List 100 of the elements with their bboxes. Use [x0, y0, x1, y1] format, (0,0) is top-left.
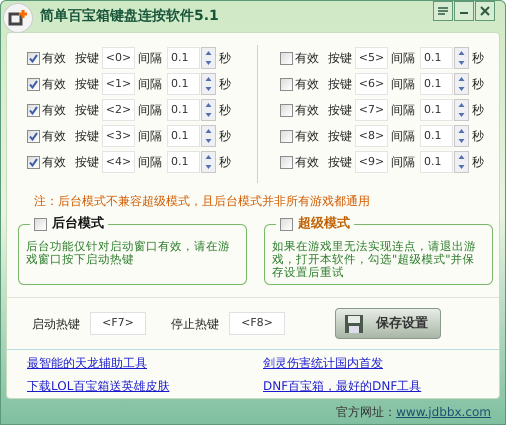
- unit-label: 秒: [472, 76, 484, 93]
- checkbox[interactable]: [27, 130, 40, 142]
- key-label: 按键: [75, 50, 99, 67]
- checkbox[interactable]: [280, 156, 293, 168]
- save-button[interactable]: 保存设置: [335, 308, 441, 339]
- key-field[interactable]: <3>: [102, 125, 135, 147]
- interval-label: 间隔: [138, 128, 162, 145]
- interval-field[interactable]: 0.1: [420, 73, 453, 95]
- interval-field[interactable]: 0.1: [167, 151, 200, 173]
- enabled-label: 有效: [42, 102, 67, 119]
- key-field[interactable]: <4>: [102, 151, 135, 173]
- key-field[interactable]: <9>: [355, 151, 388, 173]
- key-field[interactable]: <7>: [355, 99, 388, 121]
- interval-label: 间隔: [138, 102, 162, 119]
- checkbox[interactable]: [34, 218, 47, 230]
- checkbox[interactable]: [280, 52, 293, 64]
- checkbox[interactable]: [280, 130, 293, 142]
- enabled-label: 有效: [295, 50, 320, 67]
- key-label: 按键: [75, 76, 99, 93]
- unit-label: 秒: [219, 76, 231, 93]
- enabled-label: 有效: [42, 128, 67, 145]
- unit-label: 秒: [219, 154, 231, 171]
- spin-control[interactable]: [201, 125, 216, 147]
- checkbox[interactable]: [280, 78, 293, 90]
- unit-label: 秒: [472, 50, 484, 67]
- website-link[interactable]: www.jdbbx.com: [396, 402, 491, 420]
- spin-control[interactable]: [454, 47, 469, 69]
- unit-label: 秒: [219, 128, 231, 145]
- website-label: 官方网址：: [336, 404, 396, 420]
- unit-label: 秒: [472, 154, 484, 171]
- enabled-label: 有效: [42, 154, 67, 171]
- menu-icon: [438, 7, 448, 15]
- spin-control[interactable]: [201, 47, 216, 69]
- hotkey-label: 启动热键: [32, 316, 80, 332]
- spin-control[interactable]: [454, 151, 469, 173]
- interval-field[interactable]: 0.1: [167, 99, 200, 121]
- interval-field[interactable]: 0.1: [167, 73, 200, 95]
- key-label: 按键: [328, 50, 352, 67]
- interval-label: 间隔: [391, 76, 415, 93]
- key-label: 按键: [75, 128, 99, 145]
- hotkey-field[interactable]: <F8>: [229, 312, 285, 335]
- enabled-label: 有效: [295, 102, 320, 119]
- key-field[interactable]: <5>: [355, 47, 388, 69]
- key-field[interactable]: <8>: [355, 125, 388, 147]
- mode-title: 超级模式: [298, 215, 350, 233]
- mode-description: 后台功能仅针对启动窗口有效，请在游戏窗口按下启动热键: [26, 240, 231, 266]
- promo-link[interactable]: DNF百宝箱，最好的DNF工具: [263, 377, 422, 395]
- mode-description: 如果在游戏里无法实现连点，请退出游戏，打开本软件，勾选"超级模式"并保存设置后重试: [272, 240, 477, 279]
- menu-button[interactable]: [433, 1, 453, 21]
- unit-label: 秒: [219, 50, 231, 67]
- key-label: 按键: [328, 128, 352, 145]
- interval-label: 间隔: [138, 50, 162, 67]
- hotkey-field[interactable]: <F7>: [90, 312, 146, 335]
- key-field[interactable]: <6>: [355, 73, 388, 95]
- enabled-label: 有效: [295, 128, 320, 145]
- spin-control[interactable]: [454, 73, 469, 95]
- close-icon: [480, 6, 490, 16]
- interval-label: 间隔: [391, 128, 415, 145]
- checkbox[interactable]: [27, 78, 40, 90]
- interval-field[interactable]: 0.1: [420, 99, 453, 121]
- promo-link[interactable]: 下载LOL百宝箱送英雄皮肤: [27, 377, 170, 395]
- checkbox[interactable]: [27, 104, 40, 116]
- promo-link[interactable]: 剑灵伤害统计国内首发: [263, 354, 383, 372]
- checkbox[interactable]: [27, 52, 40, 64]
- spin-control[interactable]: [201, 73, 216, 95]
- enabled-label: 有效: [295, 154, 320, 171]
- interval-field[interactable]: 0.1: [167, 125, 200, 147]
- enabled-label: 有效: [42, 76, 67, 93]
- interval-field[interactable]: 0.1: [167, 47, 200, 69]
- key-field[interactable]: <0>: [102, 47, 135, 69]
- spin-control[interactable]: [454, 99, 469, 121]
- unit-label: 秒: [219, 102, 231, 119]
- interval-label: 间隔: [138, 154, 162, 171]
- interval-field[interactable]: 0.1: [420, 47, 453, 69]
- spin-control[interactable]: [201, 99, 216, 121]
- checkbox[interactable]: [280, 218, 293, 230]
- unit-label: 秒: [472, 102, 484, 119]
- interval-field[interactable]: 0.1: [420, 151, 453, 173]
- key-field[interactable]: <2>: [102, 99, 135, 121]
- checkbox[interactable]: [27, 156, 40, 168]
- note-text: 注：后台模式不兼容超级模式，且后台模式并非所有游戏都通用: [34, 193, 371, 210]
- hotkey-label: 停止热键: [171, 316, 219, 332]
- key-label: 按键: [75, 154, 99, 171]
- close-button[interactable]: [475, 1, 495, 21]
- spin-control[interactable]: [454, 125, 469, 147]
- key-label: 按键: [328, 76, 352, 93]
- spin-control[interactable]: [201, 151, 216, 173]
- key-label: 按键: [328, 154, 352, 171]
- interval-label: 间隔: [391, 50, 415, 67]
- key-label: 按键: [328, 102, 352, 119]
- enabled-label: 有效: [42, 50, 67, 67]
- enabled-label: 有效: [295, 76, 320, 93]
- key-field[interactable]: <1>: [102, 73, 135, 95]
- mode-title: 后台模式: [52, 215, 104, 233]
- minimize-button[interactable]: [454, 1, 474, 21]
- promo-link[interactable]: 最智能的天龙辅助工具: [27, 354, 147, 372]
- interval-field[interactable]: 0.1: [420, 125, 453, 147]
- interval-label: 间隔: [391, 102, 415, 119]
- checkbox[interactable]: [280, 104, 293, 116]
- window-title: 简单百宝箱键盘连按软件5.1: [40, 6, 219, 26]
